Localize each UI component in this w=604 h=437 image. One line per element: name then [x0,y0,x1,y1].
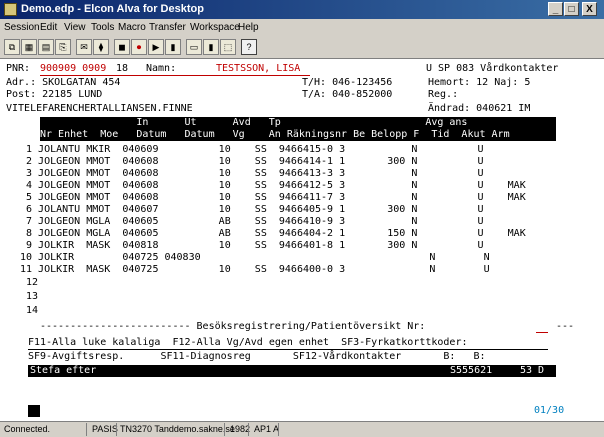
menu-transfer[interactable]: Transfer [149,22,186,33]
table-row[interactable]: 7 JOLGEON MGLA 040605 AB SS 9466410-9 3 … [20,216,484,228]
minimize-button[interactable]: _ [548,2,563,16]
empty-row-number: 12 [26,277,39,288]
table-row[interactable]: 11 JOLKIR MASK 040725 10 SS 9466400-0 3 … [20,264,490,276]
record-icon[interactable]: ⏺ [131,39,147,55]
telephone-work: T/A: 040-852000 [302,89,393,100]
telephone-home: T/H: 046-123456 [302,77,393,88]
table-row[interactable]: 10 JOLKIR 040725 040830 N N [20,252,490,264]
name-field[interactable]: TESTSSON, LISA [216,63,300,75]
name-label: Namn: [146,63,177,74]
nav-label: Stefa efter [30,365,97,377]
close-button[interactable]: X [582,2,597,16]
maximize-button[interactable]: □ [564,2,579,16]
menu-session[interactable]: Session [4,22,40,33]
post-line: Post: 22185 LUND [6,89,103,100]
column-header-2: Nr Enhet Moe Datum Datum Vg An Räkningsn… [40,129,556,141]
window-title-bar: Demo.edp - Elcon Alva for Desktop _ □ X [0,0,604,19]
table-row[interactable]: 6 JOLANTU MMOT 040607 10 SS 9466405-9 1 … [20,204,484,216]
help-icon[interactable]: ? [241,39,257,55]
menu-bar: Session Edit View Tools Macro Transfer W… [0,19,604,37]
terminal-screen[interactable]: PNR: 900909 0909 18 Namn: TESTSSON, LISA… [0,59,604,421]
session-mode: PASIS [92,424,118,434]
app-icon [4,3,17,16]
table-row[interactable]: 1 JOLANTU MKIR 040609 10 SS 9466415-0 3 … [20,144,484,156]
connection-status: Connected. [4,424,51,434]
nav-number: 53 D [520,365,545,377]
print-icon[interactable]: ✉ [76,39,92,55]
fkeys-underline [28,349,548,350]
settings-icon[interactable]: ⧫ [93,39,109,55]
empty-row-number: 13 [26,291,39,302]
menu-edit[interactable]: Edit [40,22,57,33]
nav-code: S555621 [450,365,493,377]
stop-icon[interactable]: ◼ [114,39,130,55]
nr-input-underline[interactable] [536,332,548,333]
menu-workspace[interactable]: Workspace [190,22,240,33]
table-row[interactable]: 8 JOLGEON MGLA 040605 AB SS 9466404-2 1 … [20,228,526,240]
table-row[interactable]: 4 JOLGEON MMOT 040608 10 SS 9466412-5 3 … [20,180,526,192]
table-row[interactable]: 2 JOLGEON MMOT 040608 10 SS 9466414-1 1 … [20,156,484,168]
menu-tools[interactable]: Tools [91,22,114,33]
pnr-underline [40,75,310,76]
field-status: AP1 A [254,424,280,434]
screen-number: 01/30 [534,405,565,416]
vardgivare-line: VITELEFARENCHERTALLIANSEN.FINNE [6,103,193,114]
table-row[interactable]: 3 JOLGEON MMOT 040608 10 SS 9466413-3 3 … [20,168,484,180]
new-session-icon[interactable]: ⧉ [4,39,20,55]
bar-icon[interactable]: ▮ [203,39,219,55]
shift-function-keys-line: SF9-Avgiftsresp. SF11-Diagnosreg SF12-Vå… [28,351,486,362]
menu-view[interactable]: View [64,22,86,33]
pnr-label: PNR: [6,63,31,74]
kon-value: 18 [116,63,129,74]
reg-line: Reg.: [428,89,459,100]
empty-row-number: 14 [26,305,39,316]
window-title: Demo.edp - Elcon Alva for Desktop [21,3,204,15]
pause-icon[interactable]: ▮ [165,39,181,55]
section-divider: ------------------------- Besöksregistre… [40,321,426,332]
pnr-field[interactable]: 900909 0909 [40,63,106,75]
frame-icon[interactable]: ⬚ [220,39,236,55]
table-row[interactable]: 5 JOLGEON MMOT 040608 10 SS 9466411-7 3 … [20,192,526,204]
menu-macro[interactable]: Macro [118,22,146,33]
save-icon[interactable]: ▤ [38,39,54,55]
table-row[interactable]: 9 JOLKIR MASK 040818 10 SS 9466401-8 1 3… [20,240,484,252]
andrad-line: Ändrad: 040621 IM [428,103,531,114]
status-right: U SP 083 Vårdkontakter [426,63,559,74]
host-name: TN3270 Tanddemo.sakne.se [120,424,235,434]
copy-icon[interactable]: ⎘ [55,39,71,55]
toolbar: ⧉ ▦ ▤ ⎘ ✉ ⧫ ◼ ⏺ ▶ ▮ ▭ ▮ ⬚ ? [0,36,604,59]
open-icon[interactable]: ▦ [21,39,37,55]
menu-help[interactable]: Help [238,22,259,33]
keypad-icon[interactable]: ▭ [186,39,202,55]
hemort-line: Hemort: 12 Naj: 5 [428,77,531,88]
status-bar: Connected. PASIS TN3270 Tanddemo.sakne.s… [0,421,604,437]
play-icon[interactable]: ▶ [148,39,164,55]
address-line: Adr.: SKOLGATAN 454 [6,77,121,88]
section-divider-tail: --- [556,321,575,332]
column-header-1: In Ut Avd Tp Avg ans [40,117,556,129]
function-keys-line: F11-Alla luke kalaliga F12-Alla Vg/Avd e… [28,337,468,348]
cursor-block [28,405,41,417]
